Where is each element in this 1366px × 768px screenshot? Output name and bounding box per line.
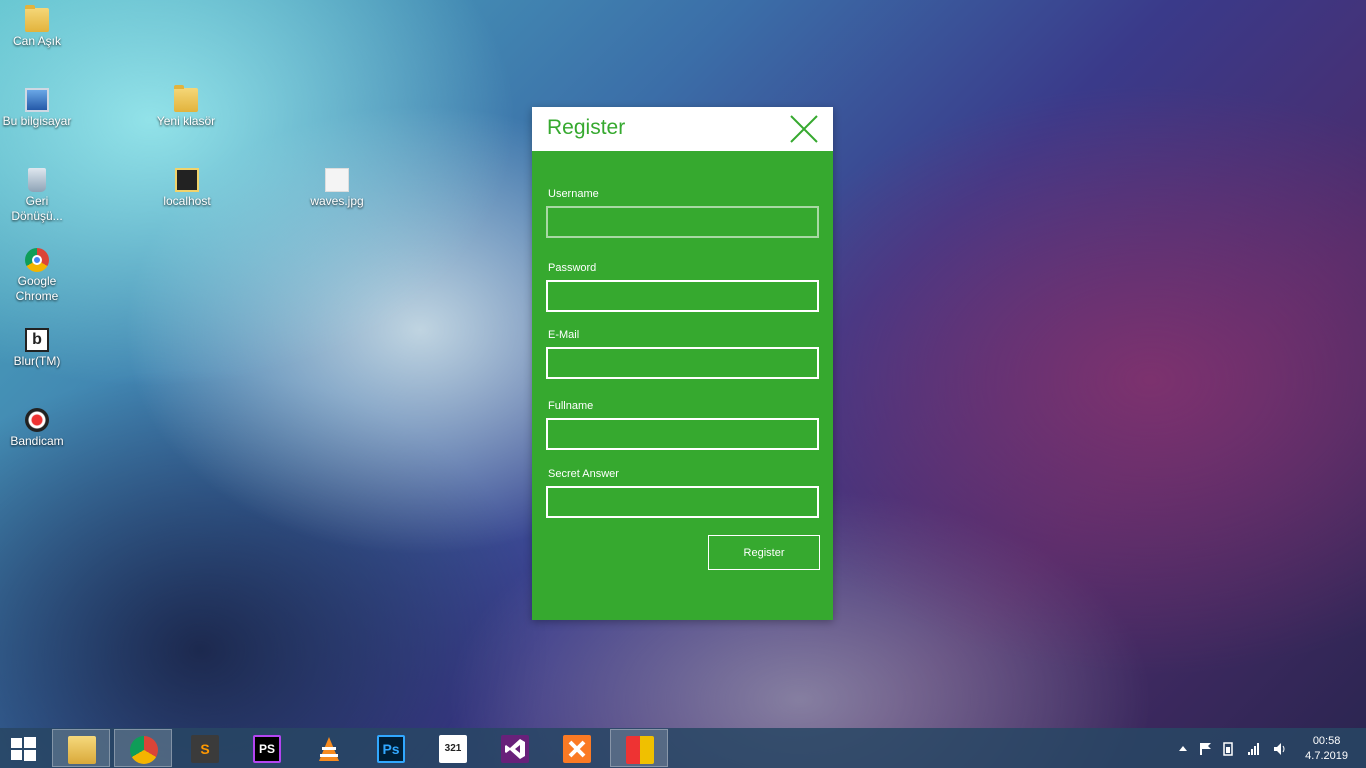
photoshop-icon: Ps xyxy=(377,735,405,763)
power-icon[interactable] xyxy=(1223,742,1233,756)
desktop-icon-chrome[interactable]: Google Chrome xyxy=(0,248,75,304)
visual-studio-icon xyxy=(501,735,529,763)
desktop-icon-recycle-bin[interactable]: Geri Dönüşü... xyxy=(0,168,75,224)
fullname-label: Fullname xyxy=(548,400,594,412)
action-center-flag-icon[interactable] xyxy=(1200,743,1211,755)
desktop-icon-label: Can Aşık xyxy=(12,34,62,48)
desktop-icon-new-folder[interactable]: Yeni klasör xyxy=(148,85,224,129)
desktop-icon-user-folder[interactable]: Can Aşık xyxy=(0,5,75,49)
taskbar-vlc[interactable] xyxy=(300,729,358,767)
taskbar-winforms-app[interactable] xyxy=(610,729,668,767)
username-label: Username xyxy=(548,188,599,200)
desktop-icon-label: Blur(TM) xyxy=(13,354,61,368)
taskbar-phpstorm[interactable]: PS xyxy=(238,729,296,767)
desktop-icon-this-pc[interactable]: Bu bilgisayar xyxy=(0,88,75,129)
volume-icon[interactable] xyxy=(1274,743,1285,755)
desktop-icon-label: waves.jpg xyxy=(310,194,364,208)
register-dialog: Register Username Password E-Mail Fullna… xyxy=(532,107,833,620)
taskbar-chrome[interactable] xyxy=(114,729,172,767)
winforms-app-icon xyxy=(626,736,654,764)
phpstorm-icon: PS xyxy=(253,735,281,763)
network-signal-icon[interactable] xyxy=(1248,743,1259,755)
desktop-icon-label: Google Chrome xyxy=(15,274,59,303)
vlc-cone-icon xyxy=(315,735,343,763)
clock[interactable]: 00:58 4.7.2019 xyxy=(1305,734,1348,764)
recycle-bin-icon xyxy=(28,168,46,192)
desktop-icon-blur[interactable]: b Blur(TM) xyxy=(0,328,75,369)
register-button[interactable]: Register xyxy=(708,535,820,570)
file-explorer-icon xyxy=(68,736,96,764)
show-hidden-icons-icon[interactable] xyxy=(1179,746,1187,751)
desktop-icon-localhost[interactable]: localhost xyxy=(149,168,225,209)
taskbar-sublime-text[interactable]: S xyxy=(176,729,234,767)
secret-answer-label: Secret Answer xyxy=(548,468,619,480)
dialog-title: Register xyxy=(547,116,626,139)
taskbar: S PS Ps 321 00:58 4.7.2019 xyxy=(0,728,1366,768)
system-tray xyxy=(1176,728,1286,768)
taskbar-visual-studio[interactable] xyxy=(486,729,544,767)
chrome-icon xyxy=(25,248,49,272)
folder-icon xyxy=(174,85,198,112)
desktop-icon-label: localhost xyxy=(163,194,211,208)
fullname-input[interactable] xyxy=(546,418,819,450)
windows-logo-icon xyxy=(11,737,36,761)
sublime-text-icon: S xyxy=(191,735,219,763)
bandicam-icon xyxy=(25,408,49,432)
desktop-icon-label: Geri Dönüşü... xyxy=(11,194,63,223)
taskbar-xampp[interactable] xyxy=(548,729,606,767)
desktop-icon-label: Bu bilgisayar xyxy=(2,114,72,128)
desktop-icon-bandicam[interactable]: Bandicam xyxy=(0,408,75,449)
chrome-icon xyxy=(130,736,158,764)
desktop-icon-waves-jpg[interactable]: waves.jpg xyxy=(299,168,375,209)
dialog-header: Register xyxy=(532,107,833,151)
shortcut-icon xyxy=(175,168,199,192)
close-button[interactable] xyxy=(788,113,820,145)
desktop-icon-label: Bandicam xyxy=(10,434,64,448)
clock-date: 4.7.2019 xyxy=(1305,750,1348,762)
media-player-classic-icon: 321 xyxy=(439,735,467,763)
xampp-icon xyxy=(563,735,591,763)
email-label: E-Mail xyxy=(548,329,580,341)
password-label: Password xyxy=(548,262,597,274)
close-icon xyxy=(790,115,818,143)
taskbar-file-explorer[interactable] xyxy=(52,729,110,767)
clock-time: 00:58 xyxy=(1312,735,1341,747)
image-file-icon xyxy=(325,168,349,192)
blur-app-icon: b xyxy=(25,328,49,352)
taskbar-photoshop[interactable]: Ps xyxy=(362,729,420,767)
desktop-icon-label: Yeni klasör xyxy=(156,114,216,128)
computer-icon xyxy=(25,88,49,112)
start-button[interactable] xyxy=(8,735,38,763)
secret-answer-input[interactable] xyxy=(546,486,819,518)
username-input[interactable] xyxy=(546,206,819,238)
password-input[interactable] xyxy=(546,280,819,312)
taskbar-media-player-classic[interactable]: 321 xyxy=(424,729,482,767)
user-folder-icon xyxy=(25,5,49,32)
email-input[interactable] xyxy=(546,347,819,379)
